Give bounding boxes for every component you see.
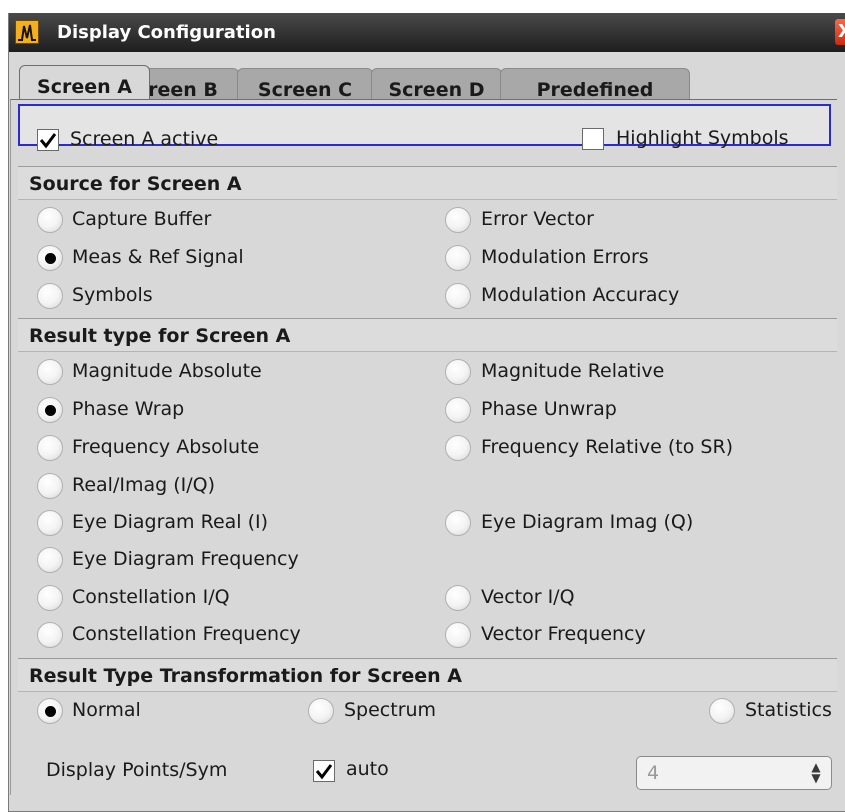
option-magnitude-absolute: Magnitude Absolute (72, 360, 262, 382)
radio-frequency-absolute[interactable] (37, 435, 63, 461)
highlight-symbols-checkbox[interactable] (582, 128, 604, 150)
title-bar[interactable]: Display Configuration X (9, 13, 845, 52)
radio-phase-wrap[interactable] (37, 397, 63, 423)
screen-a-active-checkbox[interactable] (37, 129, 59, 151)
option-magnitude-relative: Magnitude Relative (481, 360, 665, 382)
checkmark-icon (315, 764, 333, 780)
radio-magnitude-relative[interactable] (445, 359, 471, 385)
radio-phase-unwrap[interactable] (445, 397, 471, 423)
option-eye-diagram-real: Eye Diagram Real (I) (72, 511, 269, 533)
option-vector-iq: Vector I/Q (481, 586, 575, 608)
screen-a-active-label: Screen A active (70, 128, 219, 150)
radio-symbols[interactable] (37, 283, 63, 309)
window-title: Display Configuration (57, 22, 276, 43)
option-symbols: Symbols (72, 284, 153, 306)
option-error-vector: Error Vector (481, 208, 594, 230)
radio-spectrum[interactable] (308, 698, 334, 724)
option-constellation-frequency: Constellation Frequency (72, 623, 301, 645)
auto-checkbox[interactable] (313, 760, 335, 782)
radio-eye-diagram-frequency[interactable] (37, 547, 63, 573)
option-phase-unwrap: Phase Unwrap (481, 398, 617, 420)
option-frequency-absolute: Frequency Absolute (72, 436, 260, 458)
radio-frequency-relative[interactable] (445, 435, 471, 461)
checkmark-icon (39, 133, 57, 149)
radio-normal[interactable] (37, 698, 63, 724)
option-modulation-accuracy: Modulation Accuracy (481, 284, 680, 306)
option-frequency-relative: Frequency Relative (to SR) (481, 436, 734, 458)
spin-arrows-icon[interactable]: ▲ ▼ (807, 761, 825, 784)
option-spectrum: Spectrum (344, 699, 437, 721)
radio-eye-diagram-imag[interactable] (445, 510, 471, 536)
source-section-header: Source for Screen A (18, 166, 837, 200)
option-vector-frequency: Vector Frequency (481, 623, 646, 645)
radio-magnitude-absolute[interactable] (37, 359, 63, 385)
option-eye-diagram-imag: Eye Diagram Imag (Q) (481, 511, 694, 533)
transformation-section-header: Result Type Transformation for Screen A (18, 658, 837, 692)
option-modulation-errors: Modulation Errors (481, 246, 649, 268)
close-button[interactable]: X (835, 19, 845, 45)
radio-constellation-frequency[interactable] (37, 622, 63, 648)
option-eye-diagram-frequency: Eye Diagram Frequency (72, 548, 299, 570)
option-statistics: Statistics (745, 699, 832, 721)
option-phase-wrap: Phase Wrap (72, 398, 185, 420)
auto-label: auto (346, 758, 389, 780)
display-points-value: 4 (647, 762, 660, 784)
option-meas-ref-signal: Meas & Ref Signal (72, 246, 244, 268)
radio-meas-ref-signal[interactable] (37, 245, 63, 271)
display-points-spinbox[interactable]: 4 ▲ ▼ (636, 756, 832, 790)
highlight-symbols-label: Highlight Symbols (616, 127, 789, 149)
radio-modulation-errors[interactable] (445, 245, 471, 271)
option-constellation-iq: Constellation I/Q (72, 586, 230, 608)
option-capture-buffer: Capture Buffer (72, 208, 212, 230)
option-real-imag: Real/Imag (I/Q) (72, 474, 216, 496)
radio-eye-diagram-real[interactable] (37, 510, 63, 536)
radio-statistics[interactable] (709, 698, 735, 724)
spectrum-icon (15, 20, 39, 44)
display-points-label: Display Points/Sym (46, 759, 228, 781)
radio-vector-frequency[interactable] (445, 622, 471, 648)
radio-capture-buffer[interactable] (37, 207, 63, 233)
radio-error-vector[interactable] (445, 207, 471, 233)
radio-constellation-iq[interactable] (37, 585, 63, 611)
radio-real-imag[interactable] (37, 473, 63, 499)
option-normal: Normal (72, 699, 141, 721)
result-type-section-header: Result type for Screen A (18, 318, 837, 352)
radio-modulation-accuracy[interactable] (445, 283, 471, 309)
radio-vector-iq[interactable] (445, 585, 471, 611)
